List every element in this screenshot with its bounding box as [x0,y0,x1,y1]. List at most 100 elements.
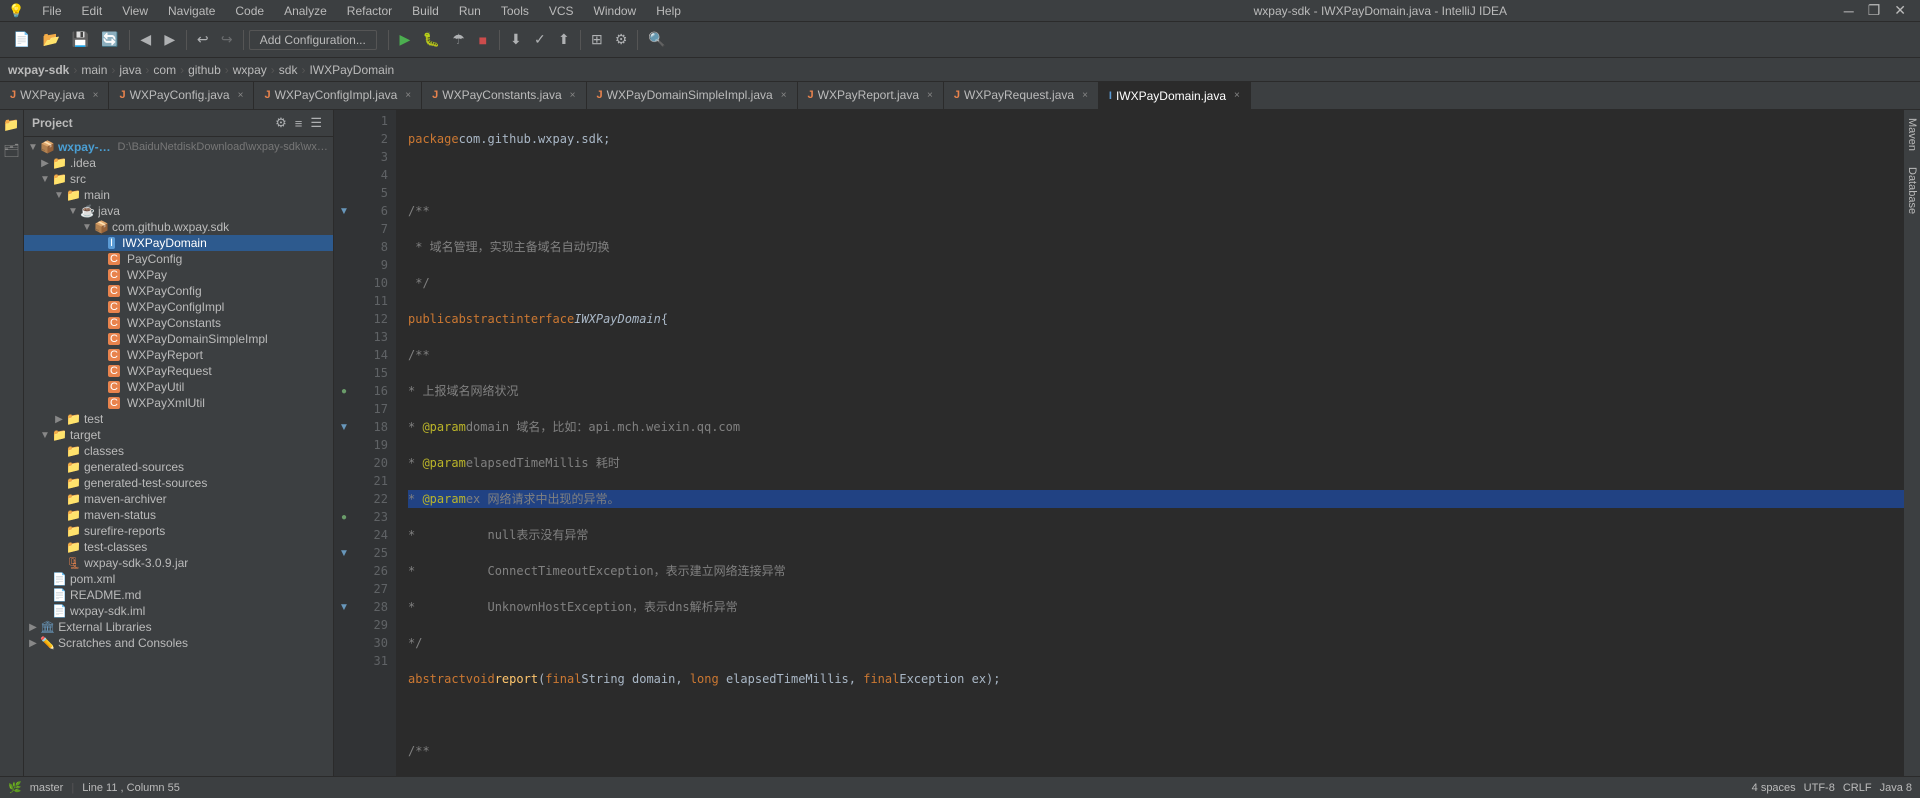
tree-item-WXPayDomainSimpleImpl[interactable]: ▶ C WXPayDomainSimpleImpl [24,331,333,347]
code-editor[interactable]: ▼ ● ▼ ● ▼ [334,110,1904,776]
undo-button[interactable]: ↩ [192,27,214,53]
tree-item-package[interactable]: ▼ 📦 com.github.wxpay.sdk [24,219,333,235]
sidebar-settings-button[interactable]: ☰ [307,114,325,132]
tree-item-main[interactable]: ▼ 📁 main [24,187,333,203]
new-file-button[interactable]: 📄 [8,27,35,53]
tree-item-iml[interactable]: ▶ 📄 wxpay-sdk.iml [24,603,333,619]
sidebar-collapse-button[interactable]: ≡ [292,114,306,132]
menu-refactor[interactable]: Refactor [339,2,400,20]
close-tab-wxpayreport[interactable]: × [927,90,933,101]
close-tab-iwxpaydomain[interactable]: × [1234,90,1240,101]
tree-item-generated-sources[interactable]: ▶ 📁 generated-sources [24,459,333,475]
redo-button[interactable]: ↪ [216,27,238,53]
status-spaces[interactable]: 4 spaces [1752,782,1796,794]
close-button[interactable]: ✕ [1888,2,1912,19]
tree-item-WXPayRequest[interactable]: ▶ C WXPayRequest [24,363,333,379]
menu-navigate[interactable]: Navigate [160,2,223,20]
code-content[interactable]: package com.github.wxpay.sdk; /** * 域名管理… [396,110,1904,776]
vcs-push-button[interactable]: ⬆ [553,27,575,53]
bc-main[interactable]: main [81,63,107,77]
close-tab-wxpaydomainsimpleimpl[interactable]: × [781,90,787,101]
back-button[interactable]: ◀ [135,27,157,53]
close-tab-wxpayconfig[interactable]: × [238,90,244,101]
menu-view[interactable]: View [114,2,156,20]
tree-item-idea[interactable]: ▶ 📁 .idea [24,155,333,171]
vcs-commit-button[interactable]: ✓ [529,27,551,53]
tree-item-PayConfig[interactable]: ▶ C PayConfig [24,251,333,267]
tree-item-WXPayUtil[interactable]: ▶ C WXPayUtil [24,379,333,395]
tree-item-WXPay[interactable]: ▶ C WXPay [24,267,333,283]
menu-window[interactable]: Window [586,2,645,20]
bc-github[interactable]: github [188,63,221,77]
menu-code[interactable]: Code [227,2,272,20]
tree-item-maven-archiver[interactable]: ▶ 📁 maven-archiver [24,491,333,507]
bc-wxpay[interactable]: wxpay [233,63,267,77]
tab-iwxpaydomain[interactable]: I IWXPayDomain.java × [1099,82,1251,109]
sync-button[interactable]: 🔄 [96,27,123,53]
bc-sdk[interactable]: sdk [279,63,298,77]
tree-item-wxpay-sdk[interactable]: ▼ 📦 wxpay-sdk D:\BaiduNetdiskDownload\wx… [24,139,333,155]
fold-marker-28[interactable]: ▼ [334,598,354,616]
tree-item-target[interactable]: ▼ 📁 target [24,427,333,443]
tree-item-readme[interactable]: ▶ 📄 README.md [24,587,333,603]
close-tab-wxpayconstants[interactable]: × [570,90,576,101]
implement-marker-23[interactable]: ● [334,508,354,526]
tree-item-src[interactable]: ▼ 📁 src [24,171,333,187]
close-tab-wxpayconfigimpl[interactable]: × [405,90,411,101]
tab-wxpayconstants[interactable]: J WXPayConstants.java × [422,82,586,109]
forward-button[interactable]: ▶ [159,27,181,53]
tree-item-pom[interactable]: ▶ 📄 pom.xml [24,571,333,587]
tree-item-WXPayXmlUtil[interactable]: ▶ C WXPayXmlUtil [24,395,333,411]
stop-button[interactable]: ■ [472,27,494,53]
close-tab-wxpayrequest[interactable]: × [1082,90,1088,101]
tree-item-java[interactable]: ▼ ☕ java [24,203,333,219]
tree-item-maven-status[interactable]: ▶ 📁 maven-status [24,507,333,523]
search-everywhere-button[interactable]: 🔍 [643,27,670,53]
close-tab-wxpay[interactable]: × [93,90,99,101]
minimize-button[interactable]: ─ [1838,2,1860,19]
fold-marker-25[interactable]: ▼ [334,544,354,562]
maven-label[interactable]: Maven [1904,110,1920,159]
tree-item-WXPayReport[interactable]: ▶ C WXPayReport [24,347,333,363]
menu-analyze[interactable]: Analyze [276,2,335,20]
left-icon-2[interactable]: 🗂 [0,140,23,162]
project-label[interactable]: wxpay-sdk [8,63,69,77]
debug-button[interactable]: 🐛 [418,27,445,53]
run-tasks-button[interactable]: ⚙ [610,27,633,53]
run-with-coverage-button[interactable]: ☂ [447,27,470,53]
tab-wxpayreport[interactable]: J WXPayReport.java × [798,82,944,109]
terminal-button[interactable]: ⊞ [586,27,608,53]
tree-item-IWXPayDomain[interactable]: ▶ I IWXPayDomain [24,235,333,251]
save-button[interactable]: 💾 [67,27,94,53]
tree-item-WXPayConfigImpl[interactable]: ▶ C WXPayConfigImpl [24,299,333,315]
tree-item-surefire-reports[interactable]: ▶ 📁 surefire-reports [24,523,333,539]
bc-java[interactable]: java [119,63,141,77]
status-line-sep[interactable]: CRLF [1843,782,1872,794]
fold-marker-6[interactable]: ▼ [334,202,354,220]
menu-help[interactable]: Help [648,2,689,20]
fold-marker-18[interactable]: ▼ [334,418,354,436]
open-button[interactable]: 📂 [37,27,64,53]
tree-item-external-libs[interactable]: ▶ 🏛 External Libraries [24,619,333,635]
bc-file[interactable]: IWXPayDomain [309,63,394,77]
tree-item-WXPayConfig[interactable]: ▶ C WXPayConfig [24,283,333,299]
menu-file[interactable]: File [34,2,69,20]
tab-wxpayrequest[interactable]: J WXPayRequest.java × [944,82,1099,109]
menu-build[interactable]: Build [404,2,447,20]
left-icon-1[interactable]: 📁 [0,114,22,136]
tree-item-generated-test-sources[interactable]: ▶ 📁 generated-test-sources [24,475,333,491]
database-label[interactable]: Database [1904,159,1920,222]
tab-wxpay[interactable]: J WXPay.java × [0,82,109,109]
tab-wxpayconfigimpl[interactable]: J WXPayConfigImpl.java × [254,82,422,109]
menu-vcs[interactable]: VCS [541,2,582,20]
tab-wxpaydomainsimpleimpl[interactable]: J WXPayDomainSimpleImpl.java × [587,82,798,109]
implement-marker-16[interactable]: ● [334,382,354,400]
add-config-button[interactable]: Add Configuration... [249,30,377,50]
tree-item-WXPayConstants[interactable]: ▶ C WXPayConstants [24,315,333,331]
bc-com[interactable]: com [153,63,176,77]
vcs-update-button[interactable]: ⬇ [505,27,527,53]
menu-edit[interactable]: Edit [74,2,111,20]
restore-button[interactable]: ❐ [1862,2,1887,19]
tree-item-test[interactable]: ▶ 📁 test [24,411,333,427]
tree-item-scratches[interactable]: ▶ ✏️ Scratches and Consoles [24,635,333,651]
